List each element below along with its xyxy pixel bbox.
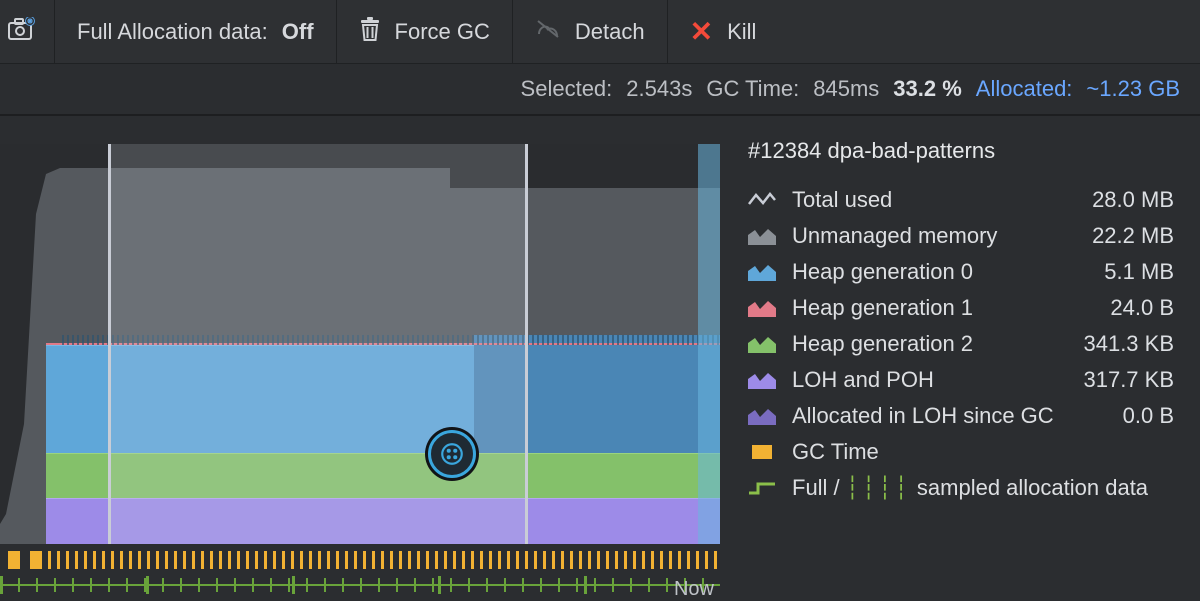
legend-item-gc_time[interactable]: GC Time (748, 434, 1174, 470)
legend-label: GC Time (792, 439, 1158, 465)
legend-label: Full / ┆┆┆┆ sampled allocation data (792, 475, 1158, 501)
time-ruler[interactable] (0, 576, 720, 600)
memory-timeline-chart[interactable]: Now (0, 116, 720, 601)
allocated-value: ~1.23 GB (1086, 76, 1180, 102)
main-content: Now #12384 dpa-bad-patterns Total used 28… (0, 116, 1200, 601)
legend-value: 0.0 B (1123, 403, 1174, 429)
legend-value: 28.0 MB (1092, 187, 1174, 213)
gc-time-track (0, 548, 720, 572)
snapshot-button[interactable] (0, 0, 55, 63)
detach-button: Detach (513, 0, 668, 63)
legend-swatch-icon (748, 406, 776, 426)
legend-label: Heap generation 1 (792, 295, 1094, 321)
legend-panel: #12384 dpa-bad-patterns Total used 28.0 M… (720, 116, 1200, 601)
legend-item-loh_alloc[interactable]: Allocated in LOH since GC 0.0 B (748, 398, 1174, 434)
legend-swatch-icon (748, 478, 776, 498)
selection-stats-bar: Selected: 2.543s GC Time: 845ms 33.2 % A… (0, 64, 1200, 116)
gc-time-value: 845ms (813, 76, 879, 102)
legend-label: Total used (792, 187, 1076, 213)
kill-label: Kill (727, 19, 756, 45)
gc-time-label: GC Time: (706, 76, 799, 102)
selected-label: Selected: (521, 76, 613, 102)
legend-swatch-icon (748, 262, 776, 282)
legend-item-gen1[interactable]: Heap generation 1 24.0 B (748, 290, 1174, 326)
legend-value: 5.1 MB (1104, 259, 1174, 285)
legend-label: Heap generation 0 (792, 259, 1088, 285)
legend-label: LOH and POH (792, 367, 1067, 393)
legend-item-loh[interactable]: LOH and POH 317.7 KB (748, 362, 1174, 398)
gc-time-percent: 33.2 % (893, 76, 962, 102)
full-allocation-label: Full Allocation data: (77, 19, 268, 45)
now-label: Now (674, 578, 714, 601)
legend-value: 341.3 KB (1083, 331, 1174, 357)
legend-value: 317.7 KB (1083, 367, 1174, 393)
legend-item-gen2[interactable]: Heap generation 2 341.3 KB (748, 326, 1174, 362)
time-selection[interactable] (108, 144, 528, 544)
trash-icon (359, 17, 381, 47)
now-column (698, 144, 720, 544)
legend-item-gen0[interactable]: Heap generation 0 5.1 MB (748, 254, 1174, 290)
legend-item-unmanaged[interactable]: Unmanaged memory 22.2 MB (748, 218, 1174, 254)
top-toolbar: Full Allocation data: Off Force GC Detac… (0, 0, 1200, 64)
legend-item-sampled[interactable]: Full / ┆┆┆┆ sampled allocation data (748, 470, 1174, 506)
legend-label: Unmanaged memory (792, 223, 1076, 249)
snapshot-marker[interactable] (428, 430, 476, 478)
legend-swatch-icon (748, 298, 776, 318)
full-allocation-toggle[interactable]: Full Allocation data: Off (55, 0, 337, 63)
chart-canvas[interactable] (0, 144, 720, 544)
detach-icon (535, 18, 561, 46)
selected-value: 2.543s (626, 76, 692, 102)
legend-label: Allocated in LOH since GC (792, 403, 1107, 429)
legend-value: 24.0 B (1110, 295, 1174, 321)
legend-swatch-icon (748, 370, 776, 390)
legend-swatch-icon (748, 334, 776, 354)
force-gc-label: Force GC (395, 19, 490, 45)
full-allocation-value: Off (282, 19, 314, 45)
legend-value: 22.2 MB (1092, 223, 1174, 249)
legend-label: Heap generation 2 (792, 331, 1067, 357)
legend-swatch-icon (748, 442, 776, 462)
legend-swatch-icon (748, 190, 776, 210)
force-gc-button[interactable]: Force GC (337, 0, 513, 63)
kill-button[interactable]: ✕ Kill (668, 0, 779, 63)
camera-gear-icon (8, 17, 36, 47)
legend-item-total_used[interactable]: Total used 28.0 MB (748, 182, 1174, 218)
process-title: #12384 dpa-bad-patterns (748, 138, 1174, 164)
allocated-label: Allocated: (976, 76, 1073, 102)
close-x-icon: ✕ (690, 18, 713, 46)
detach-label: Detach (575, 19, 645, 45)
legend-swatch-icon (748, 226, 776, 246)
